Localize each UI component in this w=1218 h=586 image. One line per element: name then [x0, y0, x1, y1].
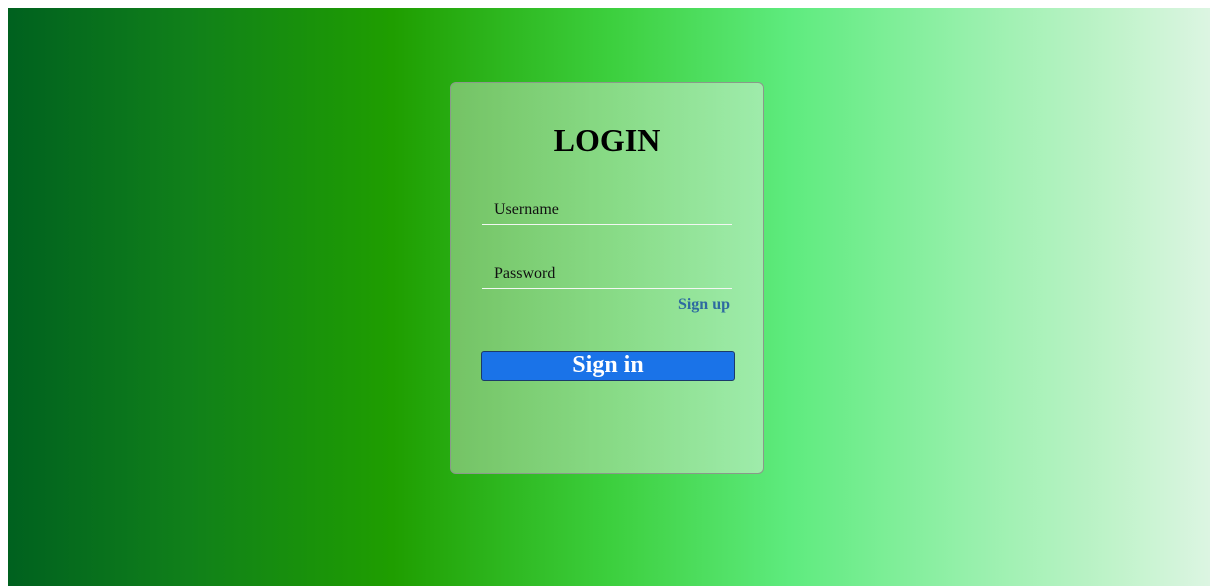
password-placeholder: Password [494, 265, 556, 282]
username-placeholder: Username [494, 201, 559, 218]
signup-link[interactable]: Sign up [678, 296, 730, 314]
login-title: LOGIN [553, 122, 661, 158]
password-field[interactable]: Password [482, 263, 732, 289]
signin-button[interactable]: Sign in [481, 351, 735, 381]
login-card: LOGIN Username Password Sign up Sign in [450, 82, 764, 474]
page-background: LOGIN Username Password Sign up Sign in [8, 8, 1210, 586]
username-field[interactable]: Username [482, 199, 732, 225]
